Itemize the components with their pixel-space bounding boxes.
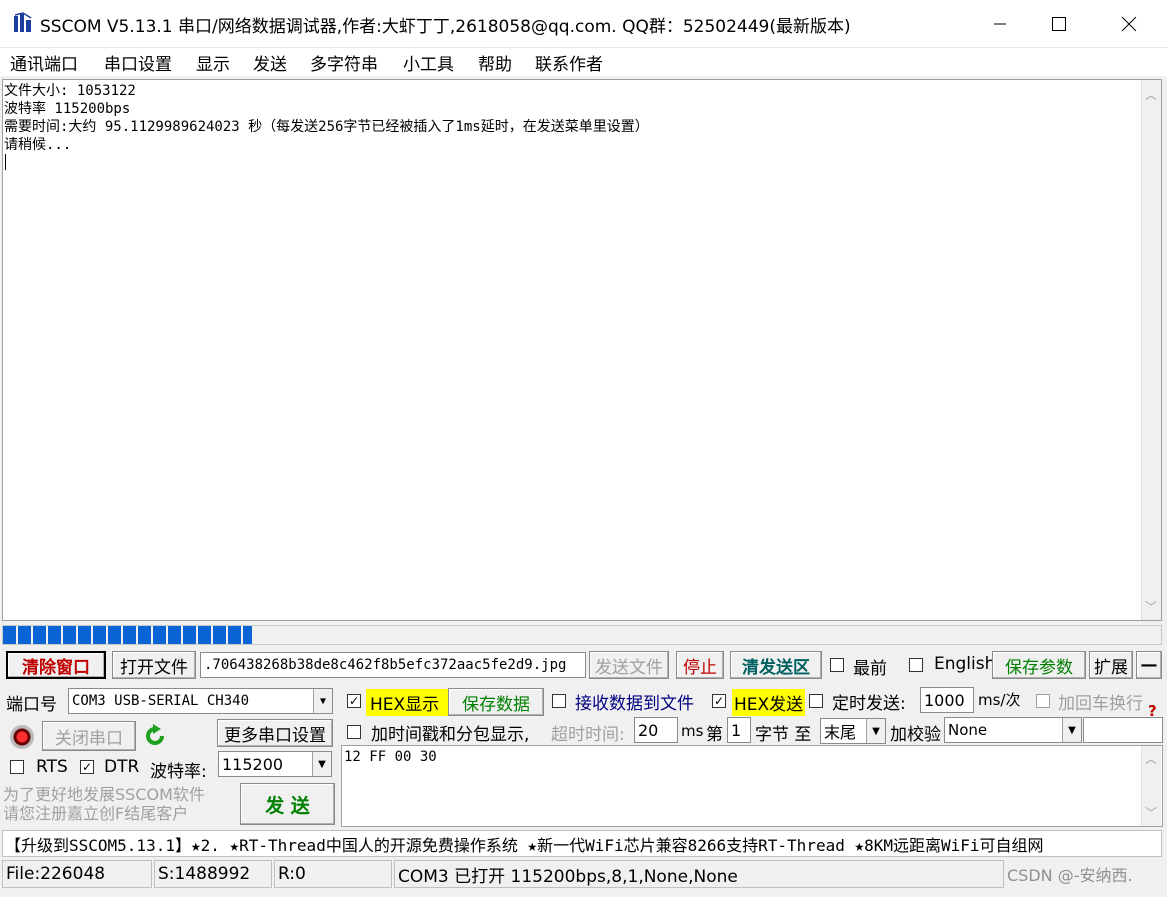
rts-checkbox[interactable] bbox=[10, 760, 24, 774]
stop-button[interactable]: 停止 bbox=[676, 651, 724, 679]
close-port-button[interactable]: 关闭串口 bbox=[42, 721, 136, 751]
add-crlf-checkbox[interactable] bbox=[1036, 694, 1050, 708]
timeout-label: 超时时间: bbox=[551, 725, 625, 745]
collapse-button[interactable]: — bbox=[1136, 651, 1162, 679]
refresh-icon[interactable] bbox=[142, 723, 168, 753]
receive-line: 波特率 115200bps bbox=[4, 101, 131, 117]
send-content: 12 FF 00 30 bbox=[344, 749, 437, 765]
scroll-down-icon[interactable]: ﹀ bbox=[1141, 598, 1161, 615]
text-caret bbox=[5, 154, 6, 170]
checksum-select-value: None bbox=[948, 721, 988, 739]
checksum-result-field bbox=[1083, 717, 1163, 743]
hex-send-checkbox[interactable]: ✓ bbox=[712, 694, 726, 708]
receive-scrollbar[interactable] bbox=[1141, 80, 1161, 620]
promo-line-1: 为了更好地发展SSCOM软件 bbox=[3, 785, 205, 804]
send-file-button[interactable]: 发送文件 bbox=[589, 651, 669, 679]
scroll-up-icon[interactable]: ︿ bbox=[1141, 86, 1161, 103]
byte-to-label: 字节 至 bbox=[755, 725, 812, 745]
clear-window-button[interactable]: 清除窗口 bbox=[6, 651, 106, 679]
promo-line-2: 请您注册嘉立创F结尾客户 bbox=[3, 804, 189, 823]
english-label: English bbox=[934, 654, 996, 674]
chevron-down-icon[interactable]: ▼ bbox=[866, 719, 885, 743]
timeout-ms-label: ms bbox=[681, 722, 704, 740]
menu-display[interactable]: 显示 bbox=[196, 50, 230, 75]
checksum-select[interactable]: None ▼ bbox=[944, 717, 1082, 743]
baud-select[interactable]: 115200 ▼ bbox=[218, 751, 332, 777]
clear-send-button[interactable]: 清发送区 bbox=[730, 651, 822, 679]
status-port-info: COM3 已打开 115200bps,8,1,None,None bbox=[394, 860, 1004, 888]
scroll-down-icon[interactable]: ﹀ bbox=[1141, 804, 1161, 821]
more-serial-settings-button[interactable]: 更多串口设置 bbox=[217, 719, 333, 747]
chevron-down-icon[interactable]: ▼ bbox=[1062, 718, 1081, 742]
baud-label: 波特率: bbox=[150, 762, 207, 782]
topmost-checkbox[interactable] bbox=[830, 658, 844, 672]
chevron-down-icon[interactable]: ▼ bbox=[312, 752, 331, 776]
receive-textarea[interactable] bbox=[2, 79, 1162, 621]
receive-line: 需要时间:大约 95.1129989624023 秒（每发送256字节已经被插入… bbox=[4, 119, 649, 135]
menu-multi-string[interactable]: 多字符串 bbox=[310, 50, 378, 75]
dtr-checkbox[interactable]: ✓ bbox=[80, 760, 94, 774]
status-sent-count: S:1488992 bbox=[154, 860, 272, 888]
hex-display-label: HEX显示 bbox=[366, 689, 450, 716]
menu-comm-port[interactable]: 通讯端口 bbox=[10, 50, 78, 75]
hex-display-checkbox[interactable]: ✓ bbox=[347, 694, 361, 708]
english-checkbox[interactable] bbox=[909, 658, 923, 672]
timed-send-checkbox[interactable] bbox=[809, 694, 823, 708]
promo-text[interactable]: 为了更好地发展SSCOM软件 请您注册嘉立创F结尾客户 bbox=[3, 785, 205, 823]
scroll-up-icon[interactable]: ︿ bbox=[1141, 750, 1161, 767]
file-path-input[interactable]: .706438268b38de8c462f8b5efc372aac5fe2d9.… bbox=[200, 652, 586, 678]
watermark: CSDN @-安纳西. bbox=[1007, 866, 1133, 885]
maximize-button[interactable] bbox=[1030, 0, 1088, 48]
interval-input[interactable]: 1000 bbox=[920, 687, 974, 713]
add-crlf-label: 加回车换行 bbox=[1058, 694, 1143, 714]
save-params-button[interactable]: 保存参数 bbox=[992, 651, 1086, 679]
baud-select-value: 115200 bbox=[222, 754, 284, 774]
save-data-button[interactable]: 保存数据 bbox=[448, 688, 544, 716]
receive-content: 文件大小: 1053122 波特率 115200bps 需要时间:大约 95.112… bbox=[4, 82, 649, 154]
timestamp-label: 加时间戳和分包显示, bbox=[371, 725, 530, 745]
menu-contact-author[interactable]: 联系作者 bbox=[535, 50, 603, 75]
progress-fill bbox=[3, 626, 252, 644]
receive-line: 文件大小: 1053122 bbox=[4, 83, 136, 99]
menu-send[interactable]: 发送 bbox=[253, 50, 287, 75]
chevron-down-icon[interactable]: ▼ bbox=[313, 689, 332, 713]
port-select-value: COM3 USB-SERIAL CH340 bbox=[72, 693, 250, 709]
end-select-value: 末尾 bbox=[824, 723, 857, 742]
timed-send-label: 定时发送: bbox=[832, 694, 906, 714]
status-recv-count: R:0 bbox=[274, 860, 392, 888]
help-icon[interactable]: ? bbox=[1148, 702, 1162, 720]
send-textarea[interactable] bbox=[341, 745, 1163, 827]
send-button[interactable]: 发 送 bbox=[240, 783, 335, 825]
rts-label: RTS bbox=[36, 757, 68, 777]
interval-unit-label: ms/次 bbox=[978, 691, 1021, 709]
recv-to-file-label: 接收数据到文件 bbox=[575, 694, 694, 714]
timestamp-checkbox[interactable] bbox=[347, 725, 361, 739]
menu-help[interactable]: 帮助 bbox=[478, 50, 512, 75]
menu-serial-settings[interactable]: 串口设置 bbox=[104, 50, 172, 75]
recv-to-file-checkbox[interactable] bbox=[552, 694, 566, 708]
status-file-count: File:226048 bbox=[2, 860, 152, 888]
hex-send-label: HEX发送 bbox=[732, 689, 806, 716]
expand-button[interactable]: 扩展 bbox=[1089, 651, 1133, 679]
receive-line: 请稍候... bbox=[4, 137, 72, 153]
close-button[interactable] bbox=[1100, 0, 1158, 48]
port-select[interactable]: COM3 USB-SERIAL CH340 ▼ bbox=[68, 688, 333, 714]
dtr-label: DTR bbox=[104, 757, 140, 777]
topmost-label: 最前 bbox=[853, 659, 887, 679]
port-label: 端口号 bbox=[6, 695, 57, 715]
window-title: SSCOM V5.13.1 串口/网络数据调试器,作者:大虾丁丁,2618058… bbox=[40, 17, 851, 37]
news-ticker[interactable]: 【升级到SSCOM5.13.1】★2. ★RT-Thread中国人的开源免费操作… bbox=[2, 830, 1162, 857]
menu-tools[interactable]: 小工具 bbox=[403, 50, 454, 75]
app-icon bbox=[12, 12, 34, 34]
end-select[interactable]: 末尾 ▼ bbox=[820, 718, 886, 744]
port-status-led-icon bbox=[10, 725, 34, 749]
nth-label: 第 bbox=[706, 725, 723, 745]
minimize-button[interactable] bbox=[971, 0, 1029, 48]
byte-index-input[interactable]: 1 bbox=[727, 717, 751, 743]
timeout-input[interactable]: 20 bbox=[634, 717, 678, 743]
open-file-button[interactable]: 打开文件 bbox=[112, 651, 196, 679]
checksum-label: 加校验 bbox=[890, 725, 941, 745]
